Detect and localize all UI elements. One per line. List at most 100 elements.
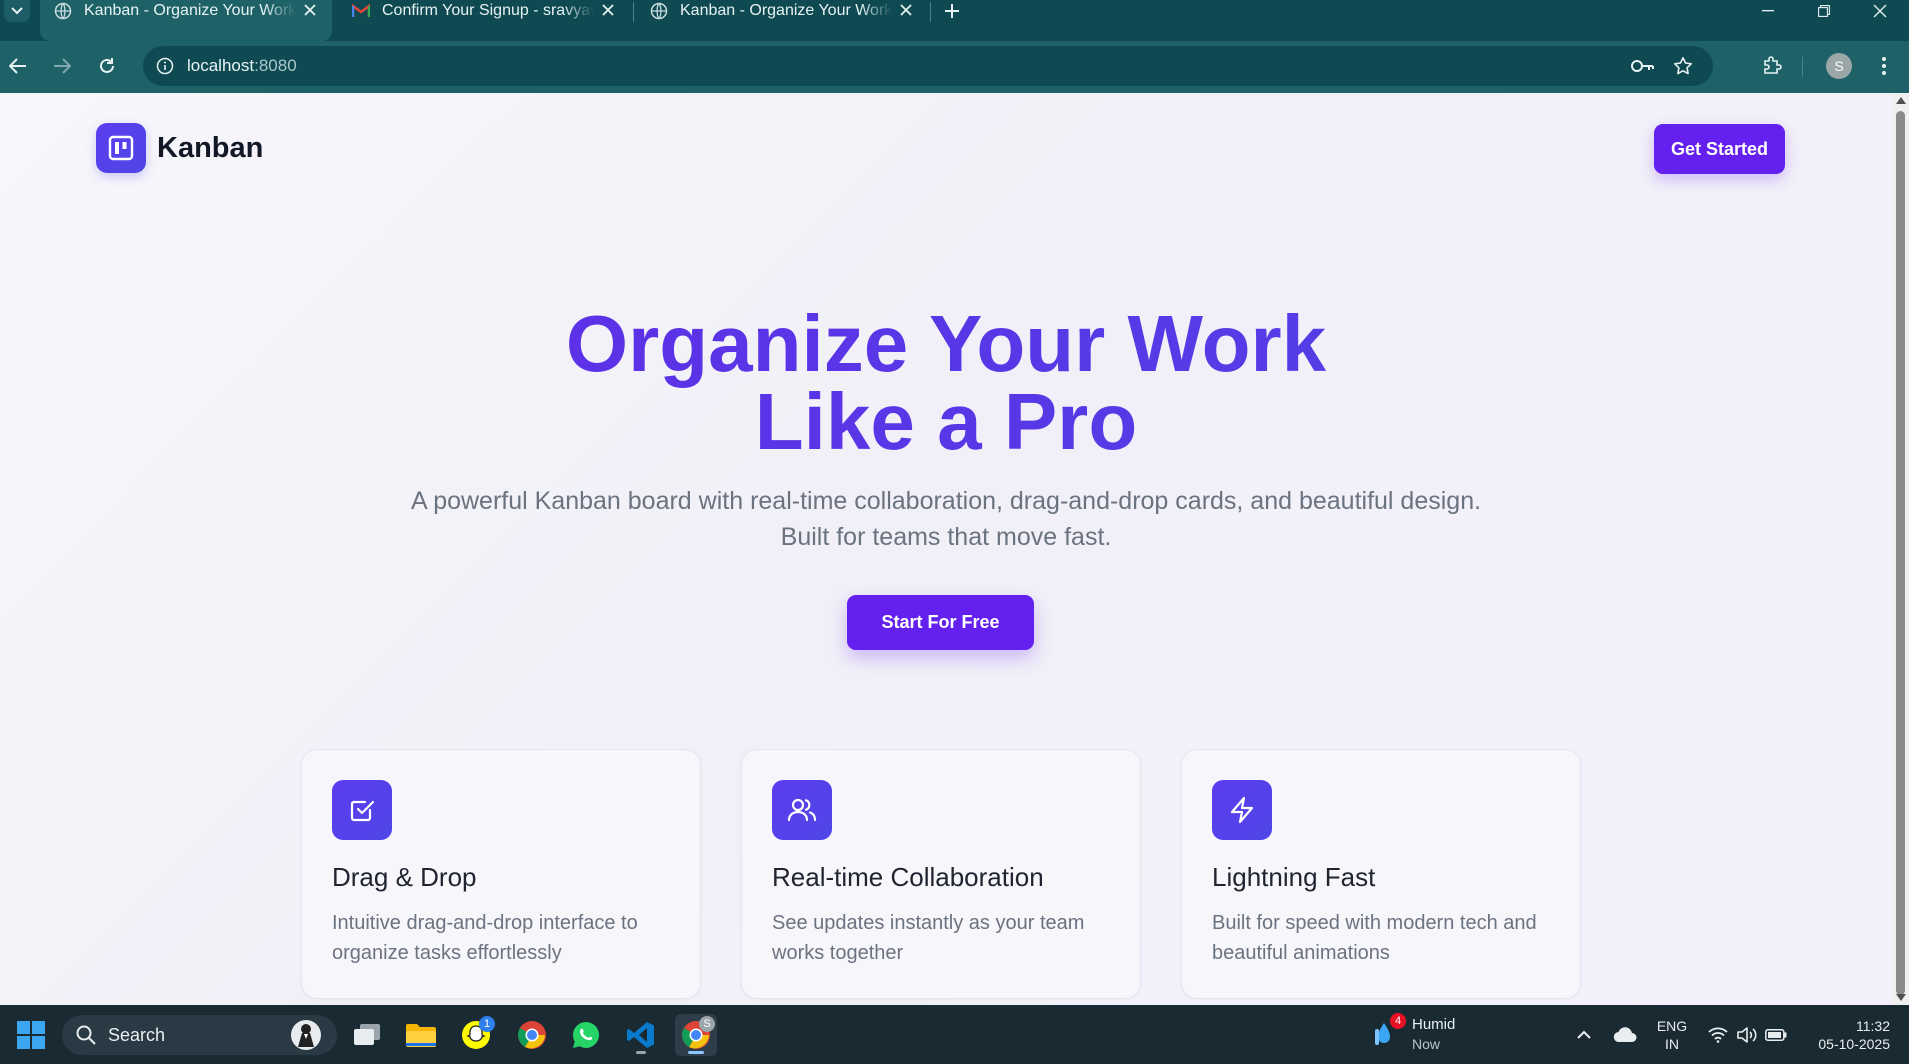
close-icon [1873,4,1887,18]
reload-icon [100,58,114,73]
reload-button[interactable] [90,49,124,83]
minimize-button[interactable] [1740,0,1796,22]
tab-kanban-2[interactable]: Kanban - Organize Your Work Like a Pro [636,0,928,41]
tab-divider [930,2,931,22]
tab-kanban-1[interactable]: Kanban - Organize Your Work Like a Pro [40,0,332,41]
feature-description: Built for speed with modern tech and bea… [1212,912,1537,964]
whatsapp-button[interactable] [565,1014,607,1056]
start-for-free-button[interactable]: Start For Free [847,595,1034,650]
hero-subtitle-line1: A powerful Kanban board with real-time c… [410,487,1482,515]
language-indicator[interactable]: ENG IN [1654,1017,1690,1053]
feature-title: Lightning Fast [1212,862,1376,892]
feature-description: Intuitive drag-and-drop interface to org… [332,912,638,964]
close-icon[interactable] [896,0,916,20]
whatsapp-icon [573,1022,600,1048]
hero-subtitle-line2: Built for teams that move fast. [780,523,1112,551]
weather-badge: 4 [1390,1013,1406,1029]
windows-taskbar: Search 1 S 4 Humid Now ENG IN 11:32 05-1… [0,1005,1909,1064]
url-host: localhost [187,56,255,75]
scrollbar-thumb[interactable] [1896,111,1905,995]
feature-description: See updates instantly as your team works… [772,912,1085,964]
hero-subtitle: A powerful Kanban board with real-time c… [0,483,1892,555]
feature-card-collaboration: Real-time Collaboration See updates inst… [741,749,1141,999]
puzzle-icon [1764,56,1782,74]
battery-icon [1765,1028,1787,1041]
wifi-status[interactable] [1706,1005,1730,1064]
chrome-profile-button[interactable]: S [675,1014,717,1056]
tab-title: Kanban - Organize Your Work Like a Pro [84,2,296,19]
profile-badge: S [699,1016,715,1032]
tab-search-button[interactable] [4,0,30,22]
battery-status[interactable] [1762,1005,1790,1064]
scroll-down-arrow-icon[interactable] [1896,994,1906,1001]
feature-card-drag-drop: Drag & Drop Intuitive drag-and-drop inte… [301,749,701,999]
site-logo[interactable]: Kanban [96,123,263,173]
extensions-button[interactable] [1755,49,1789,83]
weather-subtitle: Now [1412,1036,1441,1052]
search-icon [76,1025,96,1045]
task-view-button[interactable] [346,1014,388,1056]
scroll-up-arrow-icon[interactable] [1896,97,1906,104]
active-indicator [688,1051,704,1054]
users-icon [772,780,832,840]
file-explorer-button[interactable] [400,1014,442,1056]
task-view-icon [354,1024,380,1045]
get-started-button[interactable]: Get Started [1654,124,1785,174]
snapchat-button[interactable]: 1 [455,1014,497,1056]
start-button[interactable] [10,1014,52,1056]
chrome-button[interactable] [511,1014,553,1056]
vscode-icon [627,1022,654,1048]
address-bar[interactable]: localhost:8080 [143,46,1713,86]
kanban-board-icon [96,123,146,173]
system-clock[interactable]: 11:32 05-10-2025 [1800,1017,1890,1053]
running-indicator [636,1051,646,1054]
close-icon[interactable] [598,0,618,20]
hero-title-line2: Like a Pro [754,377,1138,466]
globe-icon [650,2,668,20]
page-scrollbar[interactable] [1892,93,1909,1005]
browser-tab-strip: Kanban - Organize Your Work Like a Pro C… [0,0,1909,41]
tab-gmail-signup[interactable]: Confirm Your Signup - sravyaveeramallu@g… [338,0,630,41]
show-hidden-icons-button[interactable] [1572,1005,1596,1064]
back-button[interactable] [1,49,35,83]
weather-widget[interactable]: 4 Humid Now [1372,1013,1502,1057]
feature-title: Real-time Collaboration [772,862,1044,892]
onedrive-button[interactable] [1610,1005,1640,1064]
tab-title: Kanban - Organize Your Work Like a Pro [680,2,892,19]
chevron-up-icon [1577,1030,1591,1039]
tab-divider [633,2,634,22]
arrow-left-icon [9,58,26,74]
star-icon[interactable] [1669,52,1697,80]
search-placeholder: Search [108,1025,166,1045]
chrome-icon [518,1021,546,1049]
browser-toolbar: localhost:8080 S [0,41,1909,93]
cloud-icon [1613,1026,1637,1042]
minimize-icon [1762,10,1774,12]
forward-button[interactable] [45,49,79,83]
plus-icon [945,4,959,18]
close-icon[interactable] [300,0,320,20]
clock-time: 11:32 [1856,1018,1890,1034]
close-window-button[interactable] [1852,0,1908,22]
menu-button[interactable] [1867,49,1901,83]
site-info-icon[interactable] [151,52,179,80]
tab-title: Confirm Your Signup - sravyaveeramallu@g… [382,2,594,19]
globe-icon [54,2,72,20]
key-icon[interactable] [1629,52,1657,80]
region-code: IN [1665,1036,1679,1052]
volume-status[interactable] [1734,1005,1760,1064]
windows-logo-icon [17,1021,45,1049]
snapchat-badge: 1 [479,1016,495,1032]
arrow-right-icon [54,58,71,74]
vscode-button[interactable] [620,1014,662,1056]
profile-avatar[interactable]: S [1826,53,1852,79]
restore-button[interactable] [1796,0,1852,22]
chevron-down-icon [11,7,23,15]
url-text[interactable]: localhost:8080 [187,56,297,76]
feature-card-lightning: Lightning Fast Built for speed with mode… [1181,749,1581,999]
taskbar-search[interactable]: Search [62,1015,337,1055]
speaker-icon [1737,1026,1757,1043]
page-viewport: Kanban Get Started Organize Your Work Li… [0,93,1892,1005]
new-tab-button[interactable] [940,0,964,22]
language-code: ENG [1656,1018,1688,1034]
